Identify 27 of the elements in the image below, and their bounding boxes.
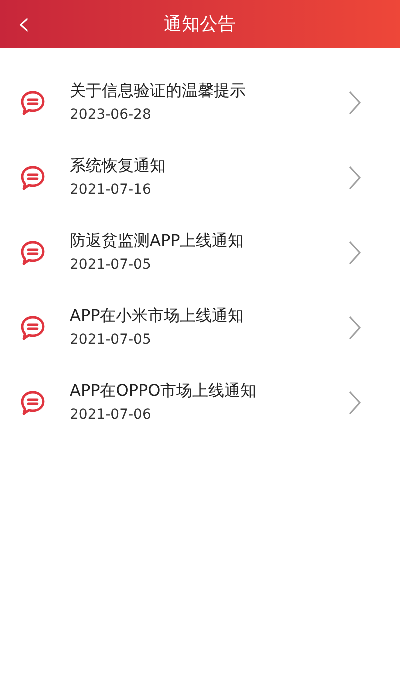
notice-title: APP在小米市场上线通知: [70, 305, 246, 327]
notice-item[interactable]: APP在OPPO市场上线通知 2021-07-06: [0, 365, 400, 440]
chevron-right-icon: [348, 240, 362, 266]
notice-title: 防返贫监测APP上线通知: [70, 230, 246, 252]
notice-date: 2023-06-28: [70, 106, 152, 125]
notice-item[interactable]: 系统恢复通知 2021-07-16: [0, 140, 400, 215]
notice-date: 2021-07-06: [70, 406, 152, 425]
chevron-right-icon: [348, 390, 362, 416]
chat-bubble-icon: [19, 238, 47, 266]
notice-title: 关于信息验证的温馨提示: [70, 80, 247, 102]
notice-title: APP在OPPO市场上线通知: [70, 380, 258, 402]
chevron-right-icon: [348, 314, 362, 340]
notice-date: 2021-07-16: [70, 181, 152, 200]
chevron-right-icon: [348, 164, 362, 190]
notice-date: 2021-07-05: [70, 331, 152, 350]
notice-item[interactable]: 防返贫监测APP上线通知 2021-07-05: [0, 215, 400, 290]
notice-item[interactable]: 关于信息验证的温馨提示 2023-06-28: [0, 65, 400, 140]
chat-bubble-icon: [19, 314, 47, 342]
notice-date: 2021-07-05: [70, 256, 152, 275]
back-button[interactable]: ‹: [12, 0, 36, 48]
chat-bubble-icon: [19, 88, 47, 116]
notice-title: 系统恢复通知: [70, 155, 167, 177]
chevron-right-icon: [348, 90, 362, 116]
chat-bubble-icon: [19, 164, 47, 192]
chat-bubble-icon: [19, 388, 47, 416]
notice-item[interactable]: APP在小米市场上线通知 2021-07-05: [0, 290, 400, 365]
page-title: 通知公告: [164, 12, 236, 36]
